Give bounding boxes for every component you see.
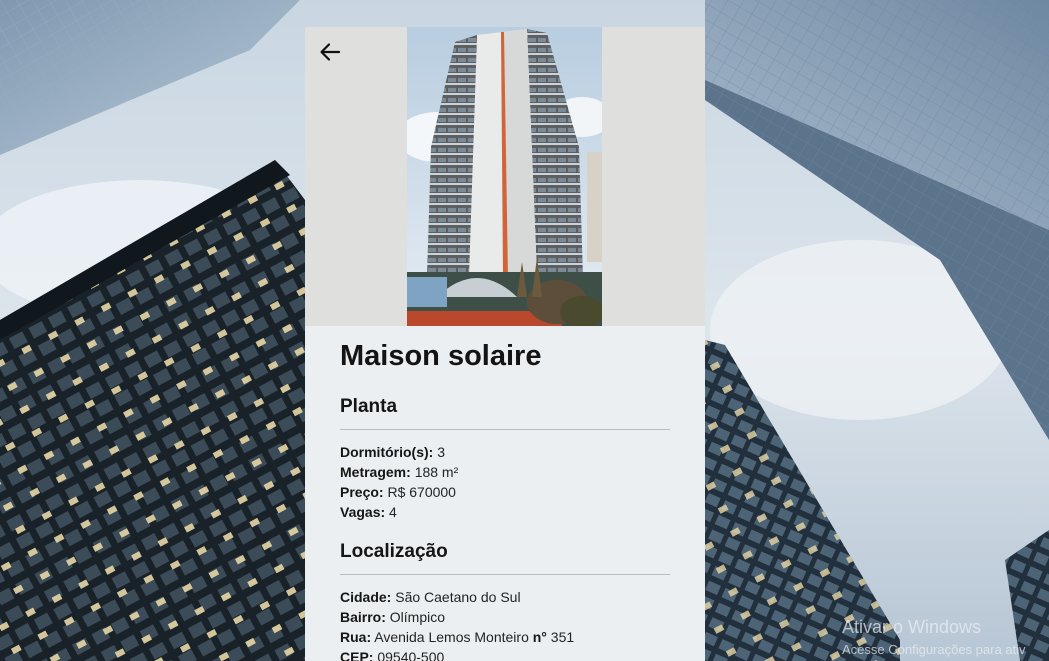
planta-divider: [340, 429, 670, 430]
bedrooms-value: 3: [437, 444, 446, 460]
planta-section: Planta Dormitório(s): 3 Metragem: 188 m²…: [340, 394, 670, 522]
parking-row: Vagas: 4: [340, 502, 670, 522]
number-label: n°: [532, 629, 547, 645]
area-row: Metragem: 188 m²: [340, 462, 670, 482]
city-row: Cidade: São Caetano do Sul: [340, 587, 670, 607]
street-label: Rua:: [340, 629, 372, 645]
street-row: Rua: Avenida Lemos Monteiro n° 351: [340, 627, 670, 647]
property-photo: [407, 27, 602, 326]
district-label: Bairro:: [340, 609, 386, 625]
city-label: Cidade:: [340, 589, 392, 605]
back-button[interactable]: [317, 39, 343, 65]
district-value: Olímpico: [389, 609, 446, 625]
parking-value: 4: [389, 504, 397, 520]
price-label: Preço:: [340, 484, 384, 500]
localizacao-section: Localização Cidade: São Caetano do Sul B…: [340, 539, 670, 661]
windows-activation-watermark: Ativar o Windows Acesse Configurações pa…: [842, 616, 1026, 659]
localizacao-heading: Localização: [340, 541, 448, 562]
street-value: Avenida Lemos Monteiro: [374, 629, 529, 645]
price-row: Preço: R$ 670000: [340, 482, 670, 502]
localizacao-divider: [340, 574, 670, 575]
city-value: São Caetano do Sul: [395, 589, 521, 605]
watermark-line-2: Acesse Configurações para ativ: [842, 642, 1026, 657]
cep-value: 09540-500: [377, 649, 445, 661]
cep-row: CEP: 09540-500: [340, 647, 670, 661]
district-row: Bairro: Olímpico: [340, 607, 670, 627]
property-info: Maison solaire Planta Dormitório(s): 3 M…: [340, 337, 670, 661]
area-value: 188 m²: [414, 464, 459, 480]
area-label: Metragem:: [340, 464, 411, 480]
arrow-left-icon: [320, 43, 341, 61]
bedrooms-label: Dormitório(s):: [340, 444, 434, 460]
property-title: Maison solaire: [340, 340, 542, 372]
property-detail-card: Maison solaire Planta Dormitório(s): 3 M…: [305, 27, 705, 661]
bedrooms-row: Dormitório(s): 3: [340, 442, 670, 462]
property-photo-area: [305, 27, 705, 326]
watermark-line-1: Ativar o Windows: [842, 617, 982, 637]
planta-heading: Planta: [340, 396, 398, 417]
number-value: 351: [550, 629, 575, 645]
price-value: R$ 670000: [387, 484, 456, 500]
parking-label: Vagas:: [340, 504, 386, 520]
cep-label: CEP:: [340, 649, 374, 661]
